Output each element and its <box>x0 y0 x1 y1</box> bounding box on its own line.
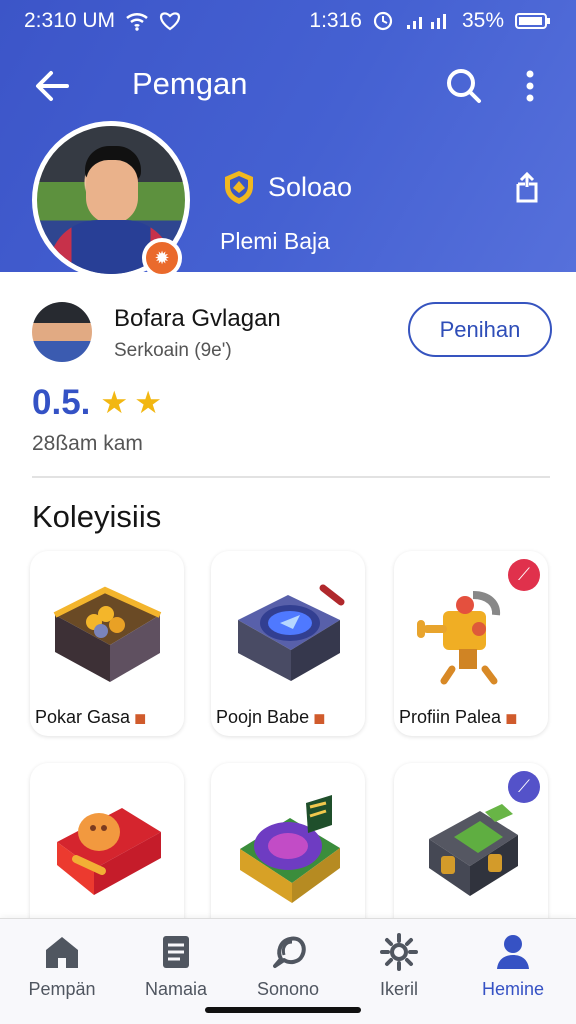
nav-search-chat[interactable]: Sonono <box>230 931 346 1011</box>
verified-name: Soloao <box>268 171 353 202</box>
collection-item-card[interactable]: Pokar Gasa ◼ <box>30 551 184 736</box>
status-secondary-time: 1:316 <box>309 9 362 32</box>
follow-button[interactable]: Penihan <box>408 302 552 357</box>
tech-vault-icon <box>238 584 345 681</box>
battery-icon <box>515 13 550 29</box>
nav-profile[interactable]: Hemine <box>455 931 571 1011</box>
treasure-box-icon <box>57 808 161 895</box>
status-bar: 2:310 UM 1:316 35% <box>0 0 576 42</box>
chat-search-icon <box>267 931 309 973</box>
home-indicator <box>205 1007 361 1013</box>
nav-label: Hemine <box>481 979 545 999</box>
nav-label: Ikeril <box>379 979 418 999</box>
chest-coins-icon <box>53 586 162 682</box>
document-icon <box>155 931 197 973</box>
collection-item-label: Pokar Gasa ◼ <box>35 707 147 727</box>
nav-home[interactable]: Pempän <box>4 931 120 1011</box>
review-count: 28ßam kam <box>32 432 143 455</box>
seller-row: Bofara Gvlagan Serkoain (9e') Penihan <box>32 302 552 366</box>
status-time: 2:310 UM <box>24 9 116 32</box>
more-options-button[interactable] <box>506 62 554 110</box>
nav-label: Sonono <box>256 979 320 999</box>
settings-icon <box>378 931 420 973</box>
more-vert-icon <box>526 70 534 102</box>
verified-profile: Soloao <box>220 168 352 206</box>
star-icon: ★ <box>134 385 162 420</box>
nav-label: Namaia <box>144 979 208 999</box>
seller-name: Bofara Gvlagan <box>114 305 281 332</box>
rating-row: 0.5. ★ ★ <box>32 383 162 423</box>
nav-documents[interactable]: Namaia <box>118 931 234 1011</box>
home-icon <box>41 931 83 973</box>
back-arrow-icon <box>36 71 69 101</box>
share-icon <box>516 171 538 203</box>
clock-icon <box>373 11 393 31</box>
robot-key-icon <box>417 591 501 685</box>
heart-icon <box>159 12 181 31</box>
profile-subtitle: Plemi Baja <box>220 228 330 254</box>
collection-item-card[interactable]: ⟋ Profiin Palea ◼ <box>394 551 548 736</box>
nav-settings[interactable]: Ikeril <box>341 931 457 1011</box>
battery-percent: 35% <box>461 9 504 32</box>
profile-icon <box>492 931 534 973</box>
star-icon: ★ <box>100 385 129 420</box>
collection-item-label: Profiin Palea ◼ <box>399 707 518 727</box>
app-bar: Pemgan <box>0 50 576 120</box>
search-icon <box>447 69 481 103</box>
rating-stars: ★ ★ <box>100 385 162 421</box>
share-button[interactable] <box>506 167 548 209</box>
star-badge-icon: ✹ <box>142 238 182 278</box>
portal-box-icon <box>240 795 340 903</box>
collection-item-card[interactable]: Poojn Babe ◼ <box>211 551 365 736</box>
wifi-icon <box>126 13 148 31</box>
verified-shield-icon <box>220 168 258 206</box>
avatar[interactable] <box>32 302 92 362</box>
signal-icon <box>406 14 446 29</box>
rating-value: 0.5. <box>32 383 91 422</box>
back-button[interactable] <box>28 62 76 110</box>
page-title: Pemgan <box>132 66 248 101</box>
search-button[interactable] <box>440 62 488 110</box>
seller-meta: Serkoain (9e') <box>114 340 232 361</box>
nav-label: Pempän <box>28 979 96 999</box>
divider <box>32 476 550 478</box>
collection-grid: Pokar Gasa ◼ Poojn Babe ◼ ⟋ Profiin Palea ◼… <box>30 551 551 948</box>
collection-item-label: Poojn Babe ◼ <box>216 707 326 727</box>
collection-title: Koleyisiis <box>32 499 162 534</box>
green-chest-icon <box>429 804 518 896</box>
